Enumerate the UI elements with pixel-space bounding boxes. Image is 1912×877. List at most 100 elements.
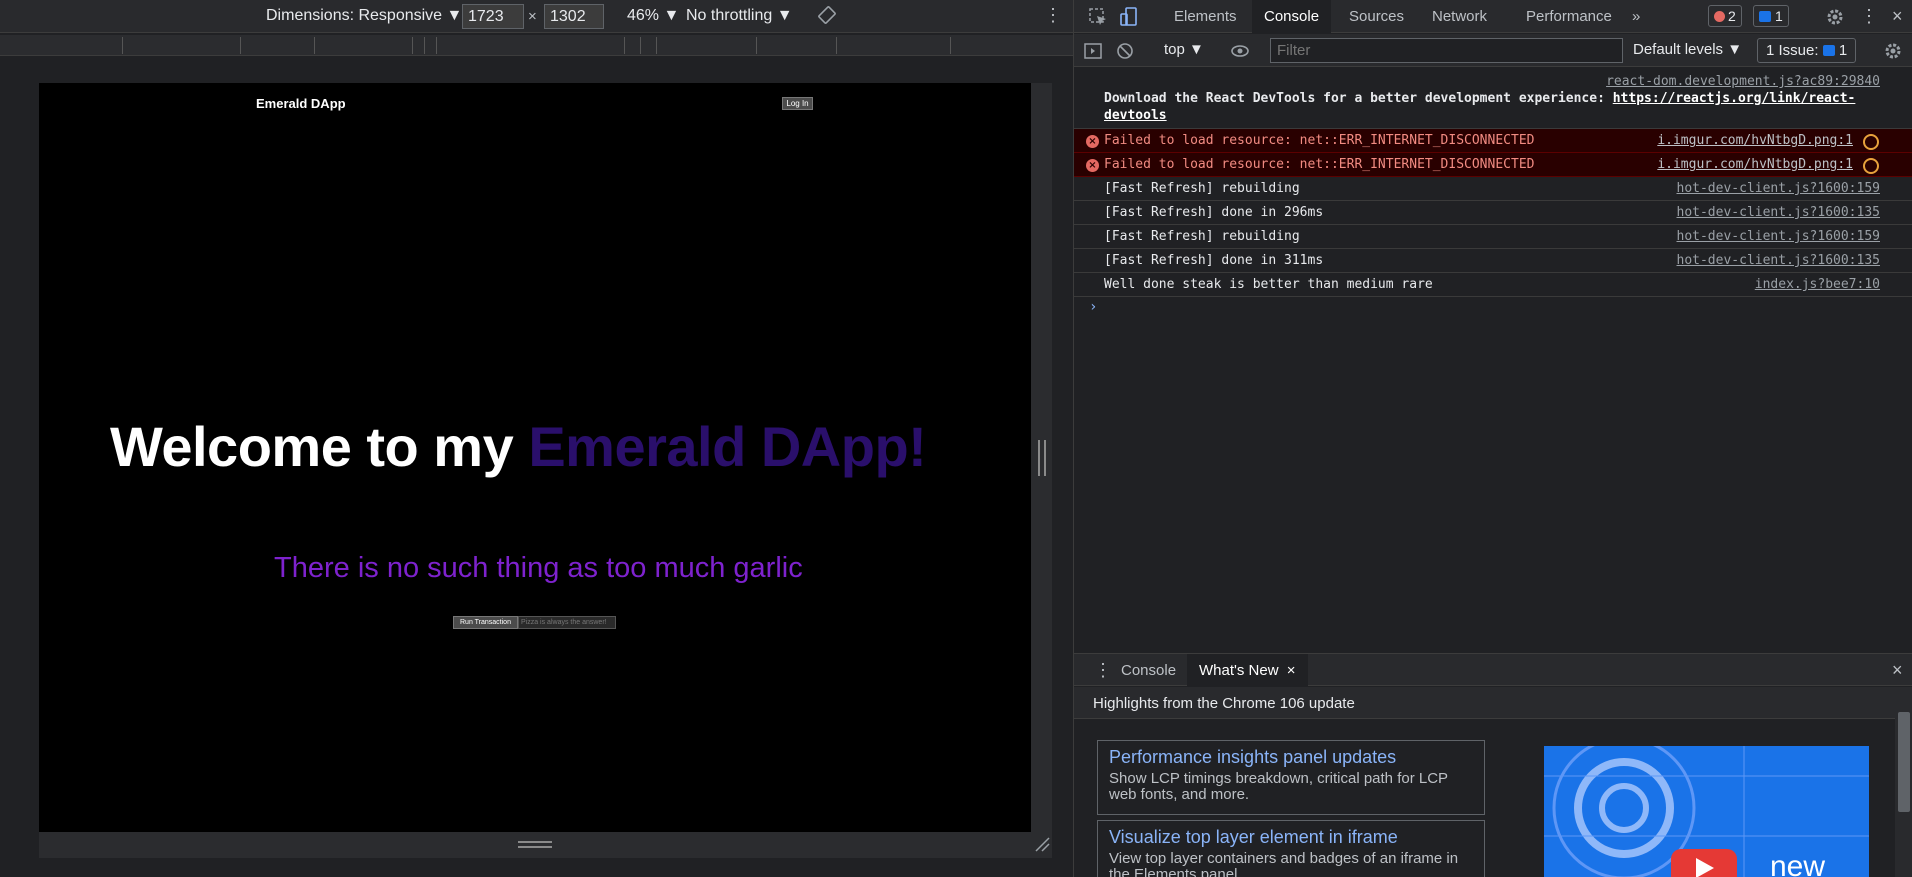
error-count-badge[interactable]: 2: [1708, 5, 1742, 27]
console-log-row: [Fast Refresh] done in 296ms hot-dev-cli…: [1074, 201, 1912, 225]
run-transaction-button[interactable]: Run Transaction: [453, 616, 518, 629]
whats-new-header: Highlights from the Chrome 106 update: [1074, 687, 1912, 719]
garlic-quote: There is no such thing as too much garli…: [274, 552, 803, 584]
message-text: Download the React DevTools for a better…: [1104, 90, 1905, 124]
viewport-width-input[interactable]: [462, 4, 524, 29]
close-tab-icon[interactable]: ×: [1287, 662, 1296, 679]
log-source-link[interactable]: hot-dev-client.js?1600:159: [1677, 181, 1881, 196]
message-source-link[interactable]: react-dom.development.js?ac89:29840: [1104, 74, 1905, 89]
tab-sources[interactable]: Sources: [1337, 0, 1416, 33]
device-toolbar-more-icon[interactable]: ⋮: [1044, 5, 1062, 26]
close-devtools-icon[interactable]: ×: [1880, 0, 1912, 33]
console-filter-input[interactable]: [1270, 38, 1623, 63]
inspect-element-icon[interactable]: [1087, 6, 1109, 28]
transaction-input[interactable]: Pizza is always the answer!: [518, 616, 616, 629]
drawer-tab-whats-new[interactable]: What's New ×: [1187, 654, 1308, 687]
zoom-dropdown[interactable]: 46% ▼: [627, 7, 679, 25]
log-levels-dropdown[interactable]: Default levels ▼: [1633, 41, 1742, 58]
dimensions-dropdown[interactable]: Dimensions: Responsive ▼: [266, 7, 462, 25]
ruler-tick: [412, 37, 413, 54]
card-description: Show LCP timings breakdown, critical pat…: [1109, 770, 1448, 803]
log-source-link[interactable]: hot-dev-client.js?1600:159: [1677, 229, 1881, 244]
card-title[interactable]: Visualize top layer element in iframe: [1109, 827, 1473, 848]
more-tabs-icon[interactable]: »: [1620, 0, 1652, 33]
whats-new-body: Performance insights panel updates Show …: [1074, 720, 1895, 877]
whats-new-label: What's New: [1199, 662, 1279, 679]
card-title[interactable]: Performance insights panel updates: [1109, 747, 1473, 768]
error-source-link[interactable]: i.imgur.com/hvNtbgD.png:1: [1657, 157, 1853, 172]
viewport-height-input[interactable]: [544, 4, 604, 29]
ruler-tick: [314, 37, 315, 54]
ruler-tick: [950, 37, 951, 54]
ruler-tick: [424, 37, 425, 54]
error-x-icon: ×: [1086, 159, 1099, 172]
message-count-badge[interactable]: 1: [1753, 5, 1789, 27]
issues-button[interactable]: 1 Issue: 1: [1757, 38, 1857, 63]
throttling-dropdown[interactable]: No throttling ▼: [686, 7, 793, 25]
error-x-icon: ×: [1086, 135, 1099, 148]
console-settings-gear-icon[interactable]: [1882, 40, 1904, 62]
error-text: Failed to load resource: net::ERR_INTERN…: [1104, 133, 1535, 148]
console-log-row: [Fast Refresh] done in 311ms hot-dev-cli…: [1074, 249, 1912, 273]
scrollbar-thumb[interactable]: [1898, 712, 1910, 812]
devtools-panel: Elements Console Sources Network Perform…: [1073, 0, 1912, 877]
device-toggle-icon[interactable]: [1118, 6, 1140, 28]
log-text: [Fast Refresh] done in 296ms: [1104, 205, 1324, 220]
error-source-link[interactable]: i.imgur.com/hvNtbgD.png:1: [1657, 133, 1853, 148]
log-source-link[interactable]: index.js?bee7:10: [1755, 277, 1880, 292]
tab-network[interactable]: Network: [1420, 0, 1499, 33]
browser-window: Dimensions: Responsive ▼ × 46% ▼ No thro…: [0, 0, 1912, 877]
dimension-separator: ×: [528, 8, 537, 25]
whats-new-video-thumbnail[interactable]: new: [1544, 746, 1869, 877]
console-error-row: × Failed to load resource: net::ERR_INTE…: [1074, 129, 1912, 153]
hero-title: Welcome to my Emerald DApp!: [110, 414, 927, 479]
log-source-link[interactable]: hot-dev-client.js?1600:135: [1677, 205, 1881, 220]
ruler-tick: [240, 37, 241, 54]
drawer-tabbar: ⋮ Console What's New × ×: [1074, 653, 1912, 687]
resize-corner-icon[interactable]: [1034, 836, 1050, 852]
console-message: react-dom.development.js?ac89:29840 Down…: [1074, 68, 1912, 129]
resize-handle-bottom[interactable]: [518, 841, 552, 848]
tab-elements[interactable]: Elements: [1162, 0, 1249, 33]
show-sidebar-icon[interactable]: [1082, 40, 1104, 62]
hero-title-prefix: Welcome to my: [110, 415, 529, 478]
device-emulation-pane: Dimensions: Responsive ▼ × 46% ▼ No thro…: [0, 0, 1073, 877]
tab-performance[interactable]: Performance: [1514, 0, 1624, 33]
log-source-link[interactable]: hot-dev-client.js?1600:135: [1677, 253, 1881, 268]
media-query-ruler[interactable]: [0, 35, 1073, 56]
error-text: Failed to load resource: net::ERR_INTERN…: [1104, 157, 1535, 172]
devtools-note-text: Download the React DevTools for a better…: [1104, 91, 1613, 106]
resize-handle-right[interactable]: [1038, 440, 1046, 476]
live-expression-eye-icon[interactable]: [1229, 40, 1251, 62]
whats-new-scrollbar[interactable]: [1895, 690, 1912, 877]
tab-console[interactable]: Console: [1252, 0, 1332, 33]
drawer-tab-console[interactable]: Console: [1109, 654, 1188, 687]
console-prompt-icon: ›: [1089, 299, 1098, 315]
device-toolbar: Dimensions: Responsive ▼ × 46% ▼ No thro…: [0, 0, 1073, 33]
ruler-tick: [656, 37, 657, 54]
log-text: [Fast Refresh] done in 311ms: [1104, 253, 1324, 268]
dapp-brand[interactable]: Emerald DApp: [256, 96, 346, 111]
ruler-tick: [640, 37, 641, 54]
network-request-icon[interactable]: [1863, 134, 1879, 150]
settings-gear-icon[interactable]: [1824, 6, 1846, 28]
issues-label: 1 Issue:: [1766, 42, 1819, 59]
whats-new-card[interactable]: Visualize top layer element in iframe Vi…: [1097, 820, 1485, 877]
execution-context-select[interactable]: top ▼: [1164, 41, 1204, 58]
ruler-tick: [122, 37, 123, 54]
login-button[interactable]: Log In: [782, 97, 813, 110]
ruler-tick: [836, 37, 837, 54]
error-count: 2: [1728, 8, 1736, 24]
whats-new-card[interactable]: Performance insights panel updates Show …: [1097, 740, 1485, 815]
console-log-row: Well done steak is better than medium ra…: [1074, 273, 1912, 297]
console-prompt-row[interactable]: ›: [1074, 297, 1912, 321]
console-toolbar: top ▼ Default levels ▼ 1 Issue: 1: [1074, 34, 1912, 67]
clear-console-icon[interactable]: [1114, 40, 1136, 62]
rotate-icon[interactable]: [817, 5, 837, 25]
network-request-icon[interactable]: [1863, 158, 1879, 174]
hero-title-accent: Emerald DApp!: [528, 415, 927, 478]
close-drawer-icon[interactable]: ×: [1880, 654, 1912, 687]
log-text: [Fast Refresh] rebuilding: [1104, 181, 1300, 196]
console-log-row: [Fast Refresh] rebuilding hot-dev-client…: [1074, 225, 1912, 249]
console-log-row: [Fast Refresh] rebuilding hot-dev-client…: [1074, 177, 1912, 201]
